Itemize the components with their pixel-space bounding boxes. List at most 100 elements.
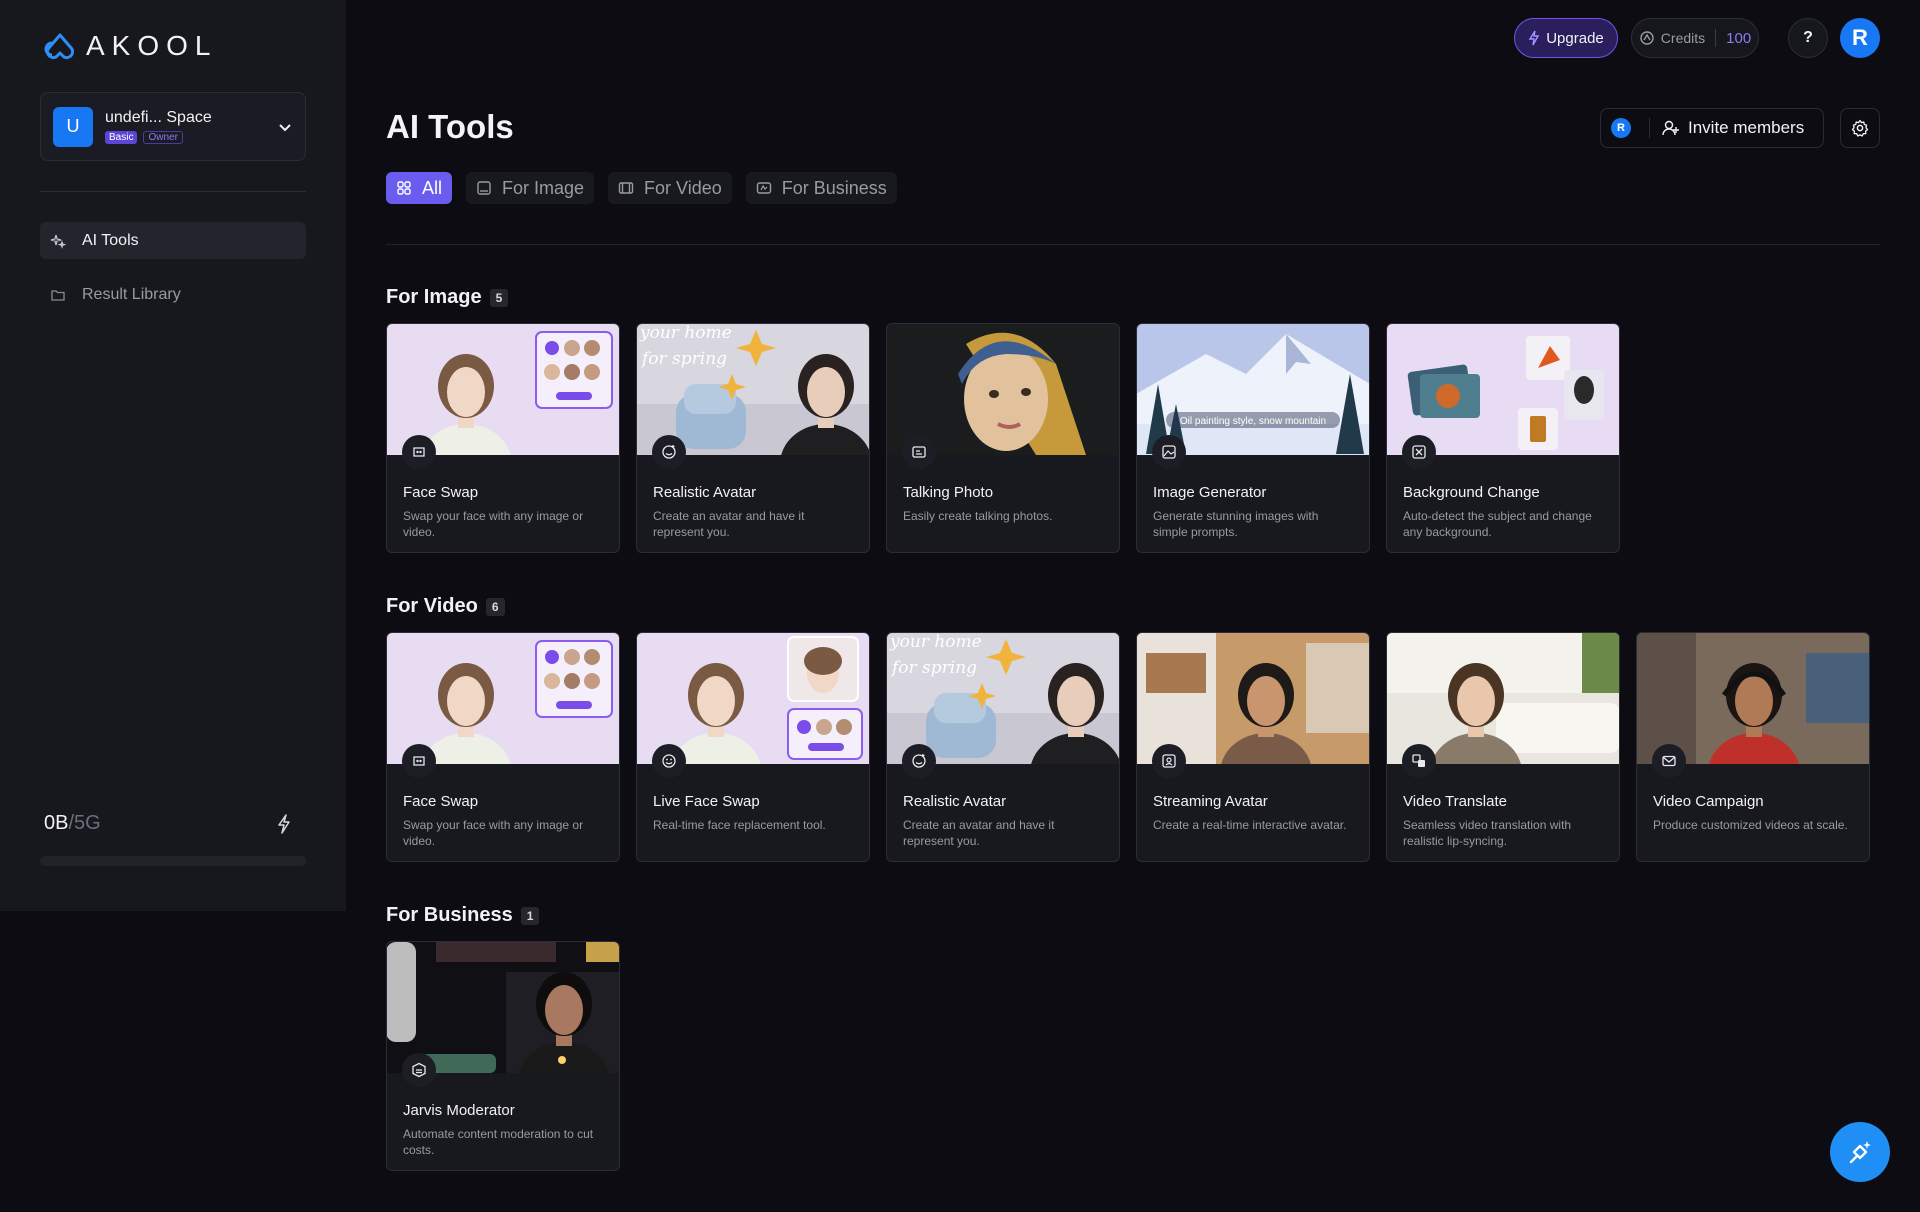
chevron-down-icon: [279, 123, 291, 131]
card-title: Image Generator: [1153, 484, 1267, 501]
card-title: Talking Photo: [903, 484, 994, 501]
tool-card-video-translate[interactable]: Video Translate Seamless video translatio…: [1386, 632, 1620, 862]
business-icon: [756, 182, 771, 194]
card-description: Easily create talking photos.: [903, 509, 1053, 523]
members-bar: R Invite members: [1600, 108, 1824, 148]
tool-card-realistic-avatar[interactable]: your home for spring Realistic Avatar Creat…: [886, 632, 1120, 862]
tab-label: All: [422, 177, 443, 198]
card-description: Seamless video translation with realisti…: [1403, 818, 1572, 848]
storage-usage: 0B/5G: [44, 812, 101, 835]
workspace-name: undefi... Space: [105, 109, 212, 126]
logo-text: AKOOL: [86, 30, 218, 61]
tab-label: For Business: [781, 177, 887, 198]
tool-card-jarvis-moderator[interactable]: Jarvis Moderator Automate content moderat…: [386, 941, 620, 1171]
sidebar-item-result-library[interactable]: Result Library: [40, 276, 306, 313]
plan-badge: Basic: [105, 131, 138, 144]
image-icon: [477, 181, 491, 195]
magic-wand-icon: [1849, 1141, 1871, 1164]
user-avatar[interactable]: R: [1840, 18, 1880, 58]
storage-progress-bar: [40, 856, 306, 866]
settings-button[interactable]: [1840, 108, 1880, 148]
card-title: Face Swap: [403, 484, 479, 501]
tool-card-talking-photo[interactable]: Talking Photo Easily create talking photo…: [886, 323, 1120, 553]
tool-card-video-campaign[interactable]: Video Campaign Produce customized videos …: [1636, 632, 1870, 862]
upgrade-button[interactable]: Upgrade: [1514, 18, 1618, 58]
sidebar-item-label: Result Library: [82, 285, 181, 303]
photo-speak-icon: [902, 435, 936, 469]
overlay-line-1: your home: [889, 633, 982, 652]
sidebar-item-label: AI Tools: [82, 231, 139, 249]
tool-card-row: Face Swap Swap your face with any image o…: [386, 632, 1870, 862]
credits-icon: [1640, 31, 1654, 45]
tool-card-background-change[interactable]: Background Change Auto-detect the subject…: [1386, 323, 1620, 553]
gear-icon: [1851, 119, 1869, 137]
streaming-icon: [1152, 744, 1186, 778]
workspace-avatar: U: [53, 106, 93, 147]
card-title: Realistic Avatar: [903, 793, 1007, 810]
card-title: Live Face Swap: [653, 793, 760, 810]
sidebar-divider: [40, 191, 306, 192]
tool-card-streaming-avatar[interactable]: Streaming Avatar Create a real-time inter…: [1136, 632, 1370, 862]
tab-label: For Video: [644, 177, 722, 198]
mask-icon: [402, 435, 436, 469]
card-description: Create an avatar and have it represent y…: [653, 509, 805, 539]
count-badge: 1: [520, 906, 540, 925]
member-avatar[interactable]: R: [1611, 118, 1631, 138]
card-description: Auto-detect the subject and change any b…: [1403, 509, 1592, 539]
sidebar-item-ai-tools[interactable]: AI Tools: [40, 222, 306, 259]
tool-card-row: Face Swap Swap your face with any image o…: [386, 323, 1620, 553]
tab-for-image[interactable]: For Image: [466, 172, 595, 204]
card-title: Realistic Avatar: [653, 484, 757, 501]
card-description: Generate stunning images with simple pro…: [1153, 509, 1319, 539]
card-description: Real-time face replacement tool.: [653, 818, 826, 832]
help-button[interactable]: ?: [1788, 18, 1828, 58]
section-label: For Image: [386, 286, 482, 308]
tool-card-realistic-avatar[interactable]: your home for spring Realistic Avatar Creat…: [636, 323, 870, 553]
card-title: Jarvis Moderator: [403, 1102, 515, 1119]
card-description: Swap your face with any image or video.: [403, 818, 584, 848]
avatar-icon: [902, 744, 936, 778]
card-title: Face Swap: [403, 793, 479, 810]
shield-icon: [402, 1053, 436, 1087]
assistant-fab-button[interactable]: [1830, 1122, 1890, 1182]
tab-all[interactable]: All: [386, 172, 453, 204]
smile-icon: [652, 744, 686, 778]
section-label: For Video: [386, 595, 478, 617]
count-badge: 5: [489, 288, 509, 307]
overlay-line-1: your home: [639, 324, 732, 343]
section-title-for-image: For Image 5: [386, 286, 509, 309]
category-tabs: All For Image For Video For Business: [386, 172, 897, 204]
tool-card-face-swap[interactable]: Face Swap Swap your face with any image o…: [386, 632, 620, 862]
invite-members-button[interactable]: Invite members: [1662, 118, 1804, 138]
tool-card-live-face-swap[interactable]: Live Face Swap Real-time face replacement…: [636, 632, 870, 862]
page-title: AI Tools: [386, 108, 514, 145]
tab-for-business[interactable]: For Business: [745, 172, 897, 204]
bolt-icon[interactable]: [276, 814, 292, 834]
section-title-for-business: For Business 1: [386, 904, 540, 927]
count-badge: 6: [485, 597, 505, 616]
tool-card-image-generator[interactable]: Oil painting style, snow mountain Image G…: [1136, 323, 1370, 553]
card-description: Produce customized videos at scale.: [1653, 818, 1848, 832]
card-description: Automate content moderation to cut costs…: [403, 1127, 594, 1157]
tool-card-face-swap[interactable]: Face Swap Swap your face with any image o…: [386, 323, 620, 553]
add-user-icon: [1662, 120, 1679, 136]
card-description: Create a real-time interactive avatar.: [1153, 818, 1347, 832]
workspace-switcher[interactable]: U undefi... Space Basic Owner: [40, 92, 306, 161]
card-title: Streaming Avatar: [1153, 793, 1268, 810]
bolt-icon: [1528, 30, 1540, 46]
card-title: Video Campaign: [1653, 793, 1764, 810]
credits-display[interactable]: Credits 100: [1631, 18, 1759, 58]
storage-total: 5G: [74, 812, 101, 834]
akool-logo[interactable]: AKOOL: [40, 30, 217, 62]
akool-logo-icon: [44, 33, 75, 60]
card-title: Background Change: [1403, 484, 1540, 501]
tab-for-video[interactable]: For Video: [608, 172, 732, 204]
upgrade-label: Upgrade: [1546, 29, 1604, 47]
sidebar: AKOOL U undefi... Space Basic Owner AI T…: [0, 0, 346, 911]
cutout-icon: [1402, 435, 1436, 469]
mail-icon: [1652, 744, 1686, 778]
credits-separator: [1715, 29, 1717, 47]
mask-icon: [402, 744, 436, 778]
grid-icon: [397, 181, 411, 195]
avatar-icon: [652, 435, 686, 469]
